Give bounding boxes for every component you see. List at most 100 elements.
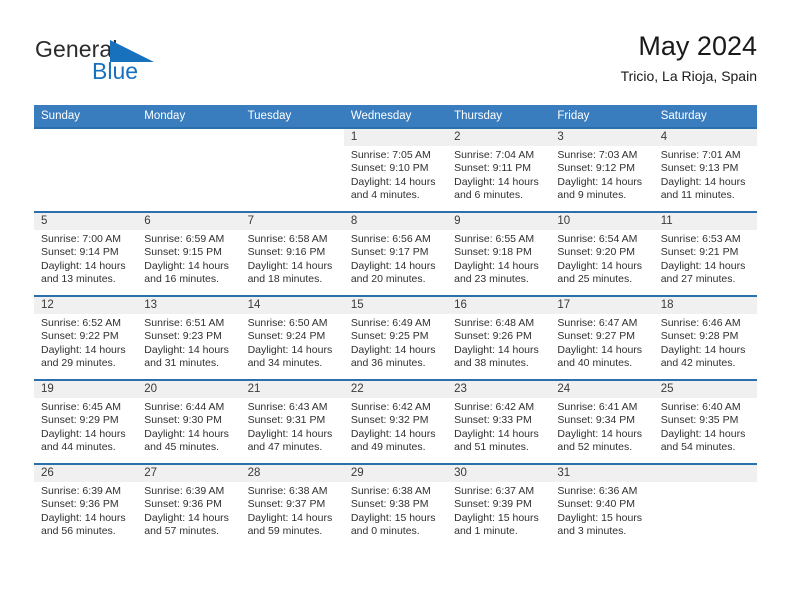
sunset-text: Sunset: 9:10 PM: [350, 162, 429, 175]
day-number: 23: [447, 381, 551, 398]
calendar-day-cell[interactable]: 29 Sunrise: 6:38 AM Sunset: 9:38 PM Dayligh…: [343, 463, 448, 547]
sunset-text: Sunset: 9:22 PM: [41, 330, 119, 343]
day-number: 20: [137, 381, 241, 398]
calendar-day-cell[interactable]: 20 Sunrise: 6:44 AM Sunset: 9:30 PM Dayligh…: [137, 379, 241, 464]
day-number: 8: [343, 213, 448, 230]
title-block: May 2024 Tricio, La Rioja, Spain: [621, 30, 757, 86]
sunset-text: Sunset: 9:32 PM: [350, 414, 429, 427]
calendar-day-cell[interactable]: 19 Sunrise: 6:45 AM Sunset: 9:29 PM Dayligh…: [34, 379, 138, 464]
sunset-text: Sunset: 9:15 PM: [144, 246, 222, 259]
sunrise-text: Sunrise: 6:56 AM: [350, 233, 431, 245]
calendar-day-cell[interactable]: 8 Sunrise: 6:56 AM Sunset: 9:17 PM Daylight…: [343, 211, 448, 296]
sunset-text: Sunset: 9:28 PM: [660, 330, 739, 343]
calendar-page: General Blue May 2024 Tricio, La Rioja, …: [0, 0, 792, 612]
day-info: Sunrise: 6:47 AM Sunset: 9:27 PM Daylight:…: [550, 314, 653, 371]
calendar-day-cell[interactable]: 26 Sunrise: 6:39 AM Sunset: 9:36 PM Dayligh…: [34, 463, 138, 547]
calendar-day-cell[interactable]: 15 Sunrise: 6:49 AM Sunset: 9:25 PM Dayligh…: [343, 295, 448, 380]
sunrise-text: Sunrise: 7:01 AM: [660, 149, 741, 161]
calendar-day-cell[interactable]: 30 Sunrise: 6:37 AM Sunset: 9:39 PM Dayligh…: [447, 463, 551, 547]
sunset-text: Sunset: 9:13 PM: [660, 162, 739, 175]
calendar-day-cell[interactable]: 28 Sunrise: 6:38 AM Sunset: 9:37 PM Dayligh…: [240, 463, 344, 547]
daylight-text: Daylight: 15 hours and 3 minutes.: [557, 511, 643, 538]
day-info: Sunrise: 6:42 AM Sunset: 9:33 PM Daylight:…: [447, 398, 550, 455]
weekday-header-monday: Monday: [137, 105, 241, 128]
calendar-day-cell[interactable]: 18 Sunrise: 6:46 AM Sunset: 9:28 PM Dayligh…: [653, 295, 757, 380]
sunset-text: Sunset: 9:33 PM: [454, 414, 532, 427]
day-info: Sunrise: 6:40 AM Sunset: 9:35 PM Daylight:…: [654, 398, 757, 455]
day-number: 7: [240, 213, 344, 230]
day-number: 22: [343, 381, 448, 398]
sunset-text: Sunset: 9:27 PM: [557, 330, 636, 343]
weekday-header-wednesday: Wednesday: [343, 105, 448, 128]
calendar-empty-cell: [653, 463, 757, 547]
sunset-text: Sunset: 9:40 PM: [557, 498, 636, 511]
calendar-day-cell[interactable]: 12 Sunrise: 6:52 AM Sunset: 9:22 PM Dayligh…: [34, 295, 138, 380]
sunset-text: Sunset: 9:16 PM: [247, 246, 326, 259]
daylight-text: Daylight: 14 hours and 23 minutes.: [454, 259, 539, 286]
daylight-text: Daylight: 14 hours and 47 minutes.: [247, 427, 333, 454]
sunrise-text: Sunrise: 6:39 AM: [144, 485, 225, 497]
calendar-day-cell[interactable]: 21 Sunrise: 6:43 AM Sunset: 9:31 PM Dayligh…: [240, 379, 344, 464]
calendar-day-cell[interactable]: 16 Sunrise: 6:48 AM Sunset: 9:26 PM Dayligh…: [447, 295, 551, 380]
calendar-day-cell[interactable]: 22 Sunrise: 6:42 AM Sunset: 9:32 PM Dayligh…: [343, 379, 448, 464]
calendar-day-cell[interactable]: 6 Sunrise: 6:59 AM Sunset: 9:15 PM Daylight…: [137, 211, 241, 296]
calendar-day-cell[interactable]: 11 Sunrise: 6:53 AM Sunset: 9:21 PM Dayligh…: [653, 211, 757, 296]
day-info: Sunrise: 6:50 AM Sunset: 9:24 PM Daylight:…: [241, 314, 344, 371]
calendar-day-cell[interactable]: 10 Sunrise: 6:54 AM Sunset: 9:20 PM Dayligh…: [550, 211, 654, 296]
day-number: 3: [550, 129, 654, 146]
day-info: Sunrise: 6:59 AM Sunset: 9:15 PM Daylight:…: [137, 230, 240, 287]
calendar-day-cell[interactable]: 14 Sunrise: 6:50 AM Sunset: 9:24 PM Dayligh…: [240, 295, 344, 380]
sunset-text: Sunset: 9:21 PM: [660, 246, 739, 259]
daylight-text: Daylight: 14 hours and 42 minutes.: [660, 343, 746, 370]
sunrise-text: Sunrise: 6:58 AM: [247, 233, 328, 245]
daylight-text: Daylight: 14 hours and 52 minutes.: [557, 427, 643, 454]
calendar-day-cell[interactable]: 24 Sunrise: 6:41 AM Sunset: 9:34 PM Dayligh…: [550, 379, 654, 464]
calendar-header-row: Sunday Monday Tuesday Wednesday Thursday…: [34, 105, 757, 128]
calendar-day-cell[interactable]: 4 Sunrise: 7:01 AM Sunset: 9:13 PM Daylight…: [653, 127, 757, 212]
calendar-day-cell[interactable]: 3 Sunrise: 7:03 AM Sunset: 9:12 PM Daylight…: [550, 127, 654, 212]
calendar-day-cell[interactable]: 2 Sunrise: 7:04 AM Sunset: 9:11 PM Daylight…: [447, 127, 551, 212]
daylight-text: Daylight: 14 hours and 29 minutes.: [41, 343, 126, 370]
sunrise-text: Sunrise: 6:43 AM: [247, 401, 328, 413]
sunrise-text: Sunrise: 6:44 AM: [144, 401, 225, 413]
daylight-text: Daylight: 14 hours and 57 minutes.: [144, 511, 229, 538]
day-info: Sunrise: 6:39 AM Sunset: 9:36 PM Daylight:…: [34, 482, 137, 539]
sunrise-text: Sunrise: 6:48 AM: [454, 317, 535, 329]
calendar-empty-cell: [240, 127, 344, 212]
day-number: 14: [240, 297, 344, 314]
day-number: [137, 129, 240, 146]
daylight-text: Daylight: 14 hours and 34 minutes.: [247, 343, 333, 370]
day-info: Sunrise: 6:42 AM Sunset: 9:32 PM Daylight:…: [344, 398, 447, 455]
calendar-day-cell[interactable]: 31 Sunrise: 6:36 AM Sunset: 9:40 PM Dayligh…: [550, 463, 654, 547]
day-number: 6: [137, 213, 241, 230]
calendar-day-cell[interactable]: 7 Sunrise: 6:58 AM Sunset: 9:16 PM Daylight…: [240, 211, 344, 296]
calendar-day-cell[interactable]: 13 Sunrise: 6:51 AM Sunset: 9:23 PM Dayligh…: [137, 295, 241, 380]
calendar-day-cell[interactable]: 9 Sunrise: 6:55 AM Sunset: 9:18 PM Daylight…: [447, 211, 551, 296]
sunset-text: Sunset: 9:14 PM: [41, 246, 119, 259]
day-info: Sunrise: 6:43 AM Sunset: 9:31 PM Daylight:…: [241, 398, 344, 455]
sunrise-text: Sunrise: 6:41 AM: [557, 401, 638, 413]
sunrise-text: Sunrise: 6:38 AM: [350, 485, 431, 497]
day-info: Sunrise: 6:38 AM Sunset: 9:37 PM Daylight:…: [241, 482, 344, 539]
daylight-text: Daylight: 14 hours and 40 minutes.: [557, 343, 643, 370]
sunrise-text: Sunrise: 6:42 AM: [454, 401, 535, 413]
sunrise-text: Sunrise: 7:04 AM: [454, 149, 535, 161]
day-number: 16: [447, 297, 551, 314]
weekday-header-tuesday: Tuesday: [240, 105, 344, 128]
calendar-day-cell[interactable]: 17 Sunrise: 6:47 AM Sunset: 9:27 PM Dayligh…: [550, 295, 654, 380]
calendar-day-cell[interactable]: 27 Sunrise: 6:39 AM Sunset: 9:36 PM Dayligh…: [137, 463, 241, 547]
sunrise-text: Sunrise: 6:55 AM: [454, 233, 535, 245]
sunset-text: Sunset: 9:36 PM: [41, 498, 119, 511]
calendar-day-cell[interactable]: 23 Sunrise: 6:42 AM Sunset: 9:33 PM Dayligh…: [447, 379, 551, 464]
weekday-header-thursday: Thursday: [447, 105, 551, 128]
day-number: 18: [653, 297, 757, 314]
sunrise-text: Sunrise: 7:00 AM: [41, 233, 121, 245]
sunrise-text: Sunrise: 6:50 AM: [247, 317, 328, 329]
sunrise-text: Sunrise: 6:47 AM: [557, 317, 638, 329]
day-info: Sunrise: 6:51 AM Sunset: 9:23 PM Daylight:…: [137, 314, 240, 371]
calendar-day-cell[interactable]: 1 Sunrise: 7:05 AM Sunset: 9:10 PM Daylight…: [343, 127, 448, 212]
brand-logo[interactable]: General Blue: [35, 36, 265, 92]
day-number: 13: [137, 297, 241, 314]
calendar-day-cell[interactable]: 5 Sunrise: 7:00 AM Sunset: 9:14 PM Daylight…: [34, 211, 138, 296]
calendar-day-cell[interactable]: 25 Sunrise: 6:40 AM Sunset: 9:35 PM Dayligh…: [653, 379, 757, 464]
